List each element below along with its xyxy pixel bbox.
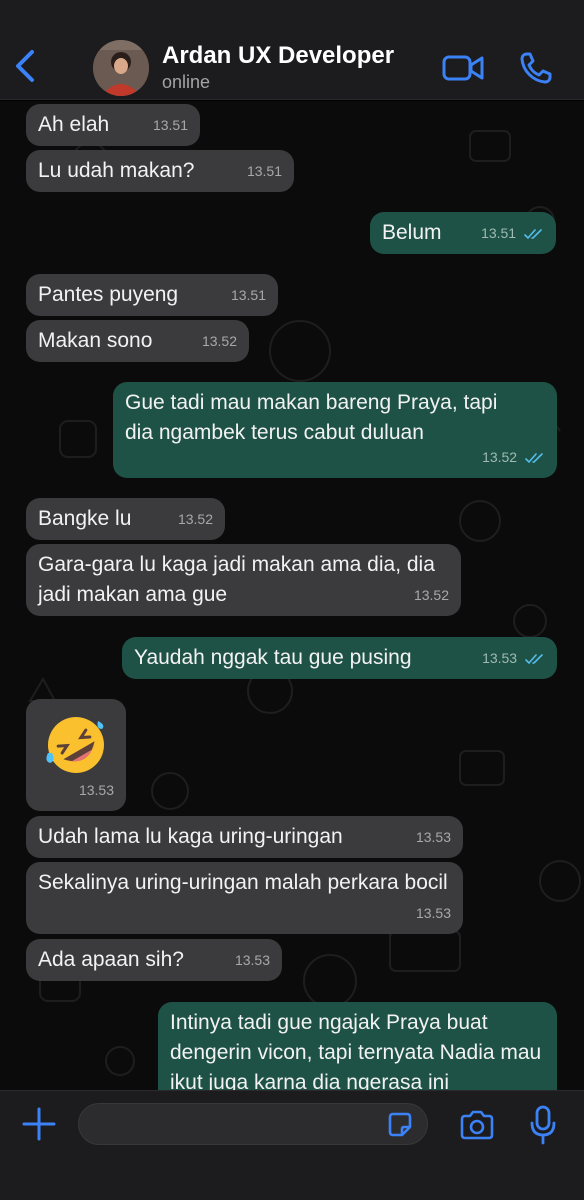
message-text: Yaudah nggak tau gue pusing bbox=[134, 646, 412, 669]
read-receipt-icon bbox=[525, 453, 543, 464]
message-text: Sekalinya uring-uringan malah perkara bo… bbox=[38, 871, 448, 894]
message-bubble-incoming[interactable]: Makan sono 13.52 bbox=[26, 320, 249, 362]
message-bubble-outgoing[interactable]: Belum 13.51 bbox=[370, 212, 556, 254]
message-text: Ada apaan sih? bbox=[38, 948, 184, 971]
message-text: Gue tadi mau makan bareng Praya, tapi di… bbox=[125, 391, 498, 444]
message-time: 13.51 bbox=[246, 163, 282, 179]
phone-icon[interactable] bbox=[518, 50, 556, 86]
message-text: Belum bbox=[382, 221, 442, 244]
sticker-icon[interactable] bbox=[386, 1111, 414, 1139]
message-list[interactable]: Ah elah 13.51 Lu udah makan? 13.51 Belum… bbox=[0, 101, 584, 1090]
message-time: 13.52 bbox=[201, 333, 237, 349]
message-time: 13.51 bbox=[481, 218, 544, 248]
read-receipt-icon bbox=[524, 229, 542, 240]
message-text: Ah elah bbox=[38, 113, 110, 136]
message-bubble-incoming[interactable]: Udah lama lu kaga uring-uringan 13.53 bbox=[26, 816, 463, 858]
message-text: Pantes puyeng bbox=[38, 283, 179, 306]
message-time: 13.53 bbox=[482, 643, 545, 673]
chat-header: Ardan UX Developer online bbox=[0, 0, 584, 100]
message-text: Udah lama lu kaga uring-uringan bbox=[38, 825, 343, 848]
message-bubble-incoming[interactable]: Gara-gara lu kaga jadi makan ama dia, di… bbox=[26, 544, 461, 616]
message-time: 13.53 bbox=[415, 905, 451, 921]
message-time: 13.52 bbox=[482, 442, 545, 472]
plus-icon[interactable] bbox=[22, 1107, 56, 1141]
microphone-icon[interactable] bbox=[528, 1105, 558, 1145]
message-bubble-incoming[interactable]: Sekalinya uring-uringan malah perkara bo… bbox=[26, 862, 463, 934]
message-time: 13.53 bbox=[78, 782, 114, 798]
message-time: 13.51 bbox=[152, 117, 188, 133]
message-bubble-incoming[interactable]: Pantes puyeng 13.51 bbox=[26, 274, 278, 316]
message-time: 13.53 bbox=[415, 829, 451, 845]
message-bubble-outgoing[interactable]: Intinya tadi gue ngajak Praya buat denge… bbox=[158, 1002, 557, 1090]
message-text: Gara-gara lu kaga jadi makan ama dia, di… bbox=[38, 553, 435, 606]
message-bubble-incoming[interactable]: Ada apaan sih? 13.53 bbox=[26, 939, 282, 981]
avatar[interactable] bbox=[93, 40, 149, 96]
message-bubble-outgoing[interactable]: Gue tadi mau makan bareng Praya, tapi di… bbox=[113, 382, 557, 478]
message-input[interactable] bbox=[78, 1103, 428, 1145]
message-text: Bangke lu bbox=[38, 507, 132, 530]
message-time: 13.51 bbox=[230, 287, 266, 303]
message-composer bbox=[0, 1090, 584, 1200]
chevron-left-icon[interactable] bbox=[10, 46, 38, 86]
message-text: Intinya tadi gue ngajak Praya buat denge… bbox=[170, 1011, 542, 1090]
message-time: 13.53 bbox=[234, 952, 270, 968]
contact-name[interactable]: Ardan UX Developer bbox=[162, 42, 394, 70]
message-bubble-incoming[interactable]: Lu udah makan? 13.51 bbox=[26, 150, 294, 192]
message-time: 13.52 bbox=[177, 511, 213, 527]
message-bubble-emoji[interactable]: 13.53 bbox=[26, 699, 126, 811]
message-bubble-incoming[interactable]: Bangke lu 13.52 bbox=[26, 498, 225, 540]
message-text: Makan sono bbox=[38, 329, 153, 352]
message-bubble-outgoing[interactable]: Yaudah nggak tau gue pusing 13.53 bbox=[122, 637, 557, 679]
rolling-on-floor-laughing-emoji-icon bbox=[46, 717, 104, 773]
message-bubble-incoming[interactable]: Ah elah 13.51 bbox=[26, 104, 200, 146]
video-camera-icon[interactable] bbox=[441, 52, 485, 84]
message-time: 13.52 bbox=[413, 587, 449, 603]
camera-icon[interactable] bbox=[458, 1109, 496, 1141]
contact-status: online bbox=[162, 72, 211, 92]
message-text: Lu udah makan? bbox=[38, 159, 195, 182]
read-receipt-icon bbox=[525, 654, 543, 665]
